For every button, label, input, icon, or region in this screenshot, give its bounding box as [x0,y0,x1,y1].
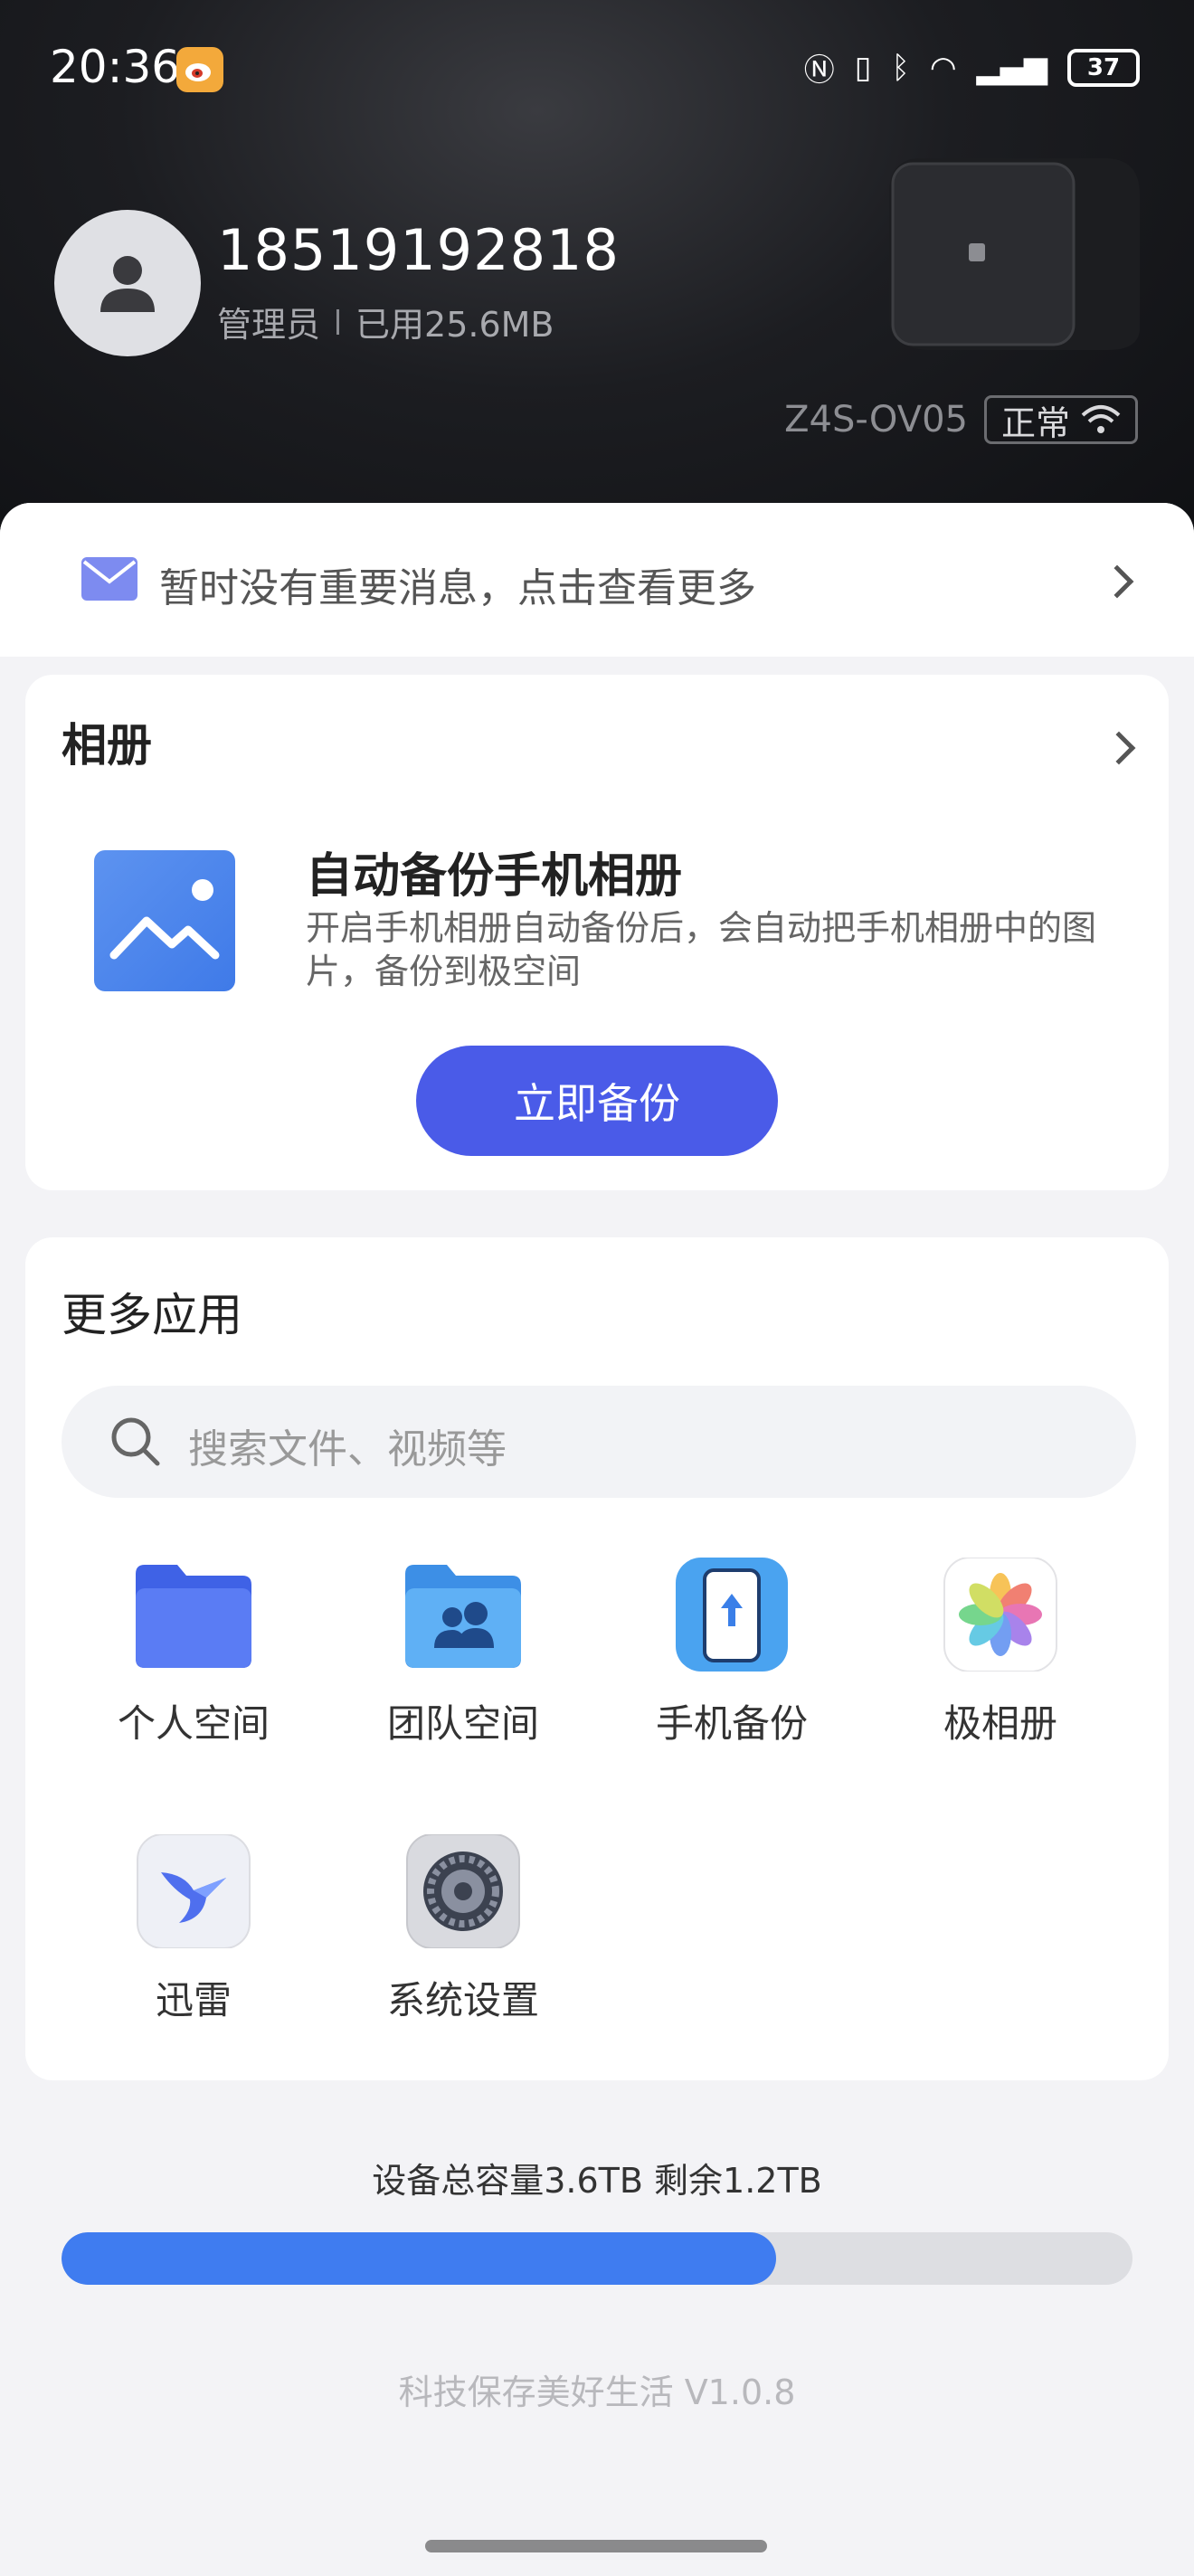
album-card: 相册 自动备份手机相册 开启手机相册自动备份后，会自动把手机相册中的图片，备份到… [25,675,1169,1190]
storage-bar-fill [62,2232,776,2285]
user-role: 管理员 [217,305,321,345]
album-title: 相册 [62,719,152,772]
search-icon [111,1417,160,1466]
storage-bar [62,2232,1132,2285]
search-input[interactable]: 搜索文件、视频等 [62,1386,1136,1498]
backup-title: 自动备份手机相册 [306,849,683,904]
chevron-right-icon [1100,564,1134,599]
settings-gear-icon [400,1833,526,1949]
user-info: 管理员 已用25.6MB [217,297,554,346]
app-team-space[interactable]: 团队空间 [355,1558,572,1748]
app-phone-backup[interactable]: 手机备份 [623,1558,840,1748]
more-apps-card: 更多应用 搜索文件、视频等 个人空间 团队空间 手机备份 极相册 迅雷 系统设置 [25,1237,1169,2080]
status-icons: Ⓝ ▯ ᛒ ◠ ▂▄▆ 37 [804,45,1140,90]
app-label: 手机备份 [655,1701,808,1746]
mail-icon [81,557,137,601]
image-icon [94,850,235,991]
wifi-icon [1081,405,1121,433]
app-label: 系统设置 [386,1978,539,2022]
home-indicator[interactable] [425,2540,767,2552]
apps-title: 更多应用 [62,1289,242,1341]
backup-now-button[interactable]: 立即备份 [416,1046,778,1156]
device-status-text: 正常 [1000,402,1070,443]
chevron-right-icon[interactable] [1102,731,1136,765]
vibrate-icon: ▯ [854,49,872,86]
status-time: 20:36 [50,41,181,93]
user-icon [100,256,155,312]
team-folder-icon [400,1558,526,1672]
app-xunlei[interactable]: 迅雷 [85,1833,302,2025]
app-photos[interactable]: 极相册 [892,1557,1109,1748]
user-phone: 18519192818 [217,217,620,283]
notice-text: 暂时没有重要消息，点击查看更多 [159,565,756,611]
avatar[interactable] [54,210,201,356]
user-used: 已用25.6MB [355,305,554,345]
phone-backup-icon [668,1558,795,1672]
status-bar: 20:36 Ⓝ ▯ ᛒ ◠ ▂▄▆ 37 [0,0,1194,136]
device-info[interactable]: Z4S-OV05 正常 [784,395,1138,444]
notice-bar[interactable]: 暂时没有重要消息，点击查看更多 [0,503,1194,657]
app-label: 个人空间 [117,1701,270,1746]
storage-text: 设备总容量3.6TB 剩余1.2TB [372,2161,822,2201]
nfc-icon: Ⓝ [803,52,835,89]
app-label: 迅雷 [155,1978,232,2022]
device-status-badge: 正常 [983,395,1138,444]
weibo-icon [176,47,223,92]
app-personal-space[interactable]: 个人空间 [85,1558,302,1748]
app-label: 极相册 [943,1701,1057,1746]
bluetooth-icon: ᛒ [891,49,910,86]
device-name: Z4S-OV05 [784,399,968,440]
signal-icon: ▂▄▆ [976,49,1047,86]
backup-description: 开启手机相册自动备份后，会自动把手机相册中的图片，备份到极空间 [306,908,1097,991]
app-label: 团队空间 [386,1701,539,1746]
xunlei-icon [130,1833,257,1949]
divider [336,308,340,335]
device-image[interactable] [882,149,1144,353]
search-placeholder: 搜索文件、视频等 [188,1426,507,1473]
app-settings[interactable]: 系统设置 [355,1833,572,2025]
photos-icon [937,1557,1064,1672]
folder-icon [130,1558,257,1672]
version-text: 科技保存美好生活 V1.0.8 [398,2372,796,2412]
wifi-icon: ◠ [929,49,957,86]
battery-icon: 37 [1067,48,1140,87]
